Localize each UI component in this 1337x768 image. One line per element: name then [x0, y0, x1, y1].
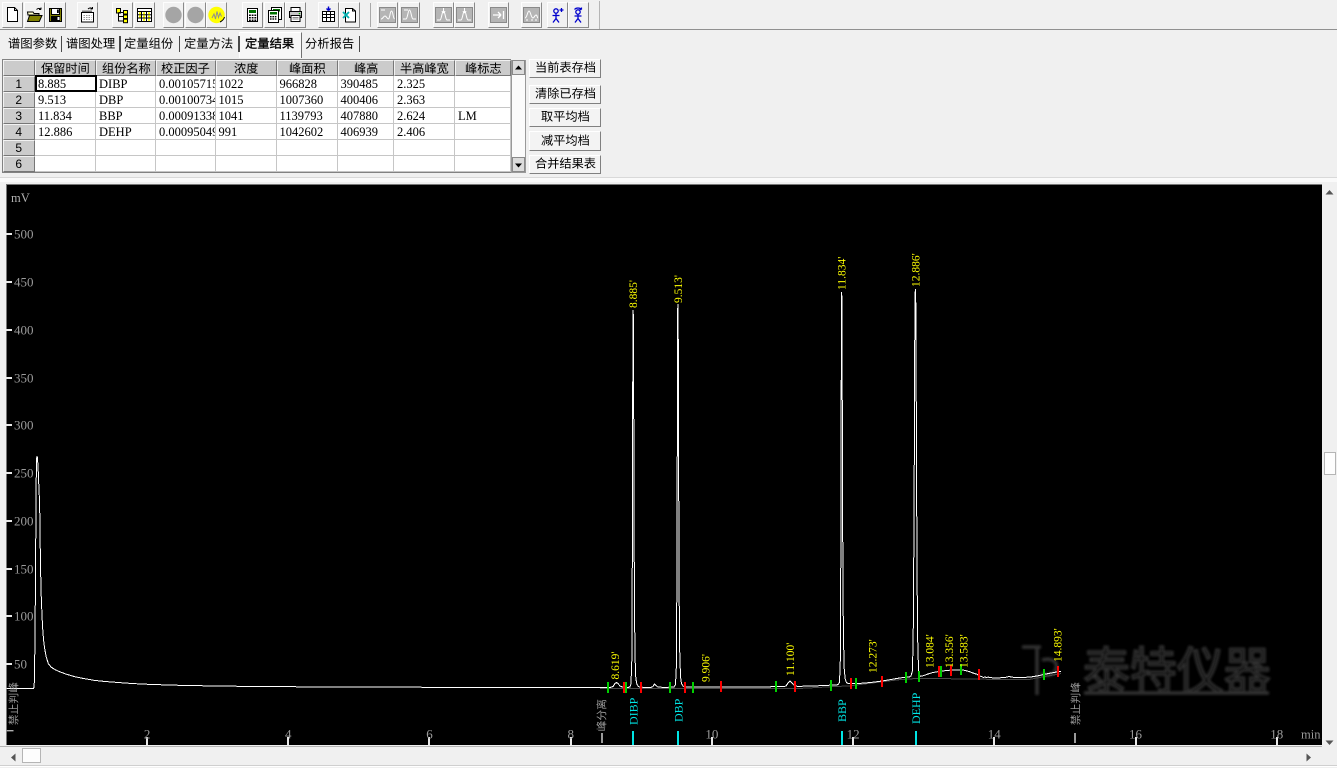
svg-text:9.906': 9.906' [700, 654, 712, 682]
svg-text:8.619': 8.619' [610, 652, 622, 680]
svg-text:50: 50 [14, 656, 27, 671]
svg-text:14.893': 14.893' [1053, 628, 1065, 662]
svg-text:13.084': 13.084' [925, 634, 937, 668]
svg-text:500: 500 [14, 226, 34, 241]
svg-text:4: 4 [285, 727, 292, 742]
svg-text:12: 12 [847, 727, 860, 742]
svg-text:300: 300 [14, 417, 34, 432]
svg-text:450: 450 [14, 274, 34, 289]
svg-text:min: min [1301, 728, 1321, 742]
svg-text:10: 10 [705, 727, 718, 742]
svg-text:200: 200 [14, 513, 34, 528]
svg-text:BBP: BBP [835, 699, 849, 722]
svg-text:9.513': 9.513' [673, 275, 685, 303]
svg-text:12.886': 12.886' [911, 253, 923, 287]
svg-text:11.100': 11.100' [785, 643, 797, 676]
svg-text:8: 8 [567, 727, 574, 742]
svg-text:11.834': 11.834' [837, 257, 849, 290]
svg-text:DEHP: DEHP [909, 692, 923, 724]
svg-text:6: 6 [426, 727, 433, 742]
svg-text:100: 100 [14, 608, 34, 623]
svg-text:DIBP: DIBP [627, 697, 641, 725]
svg-text:250: 250 [14, 465, 34, 480]
svg-text:8.885': 8.885' [628, 280, 640, 308]
svg-text:18: 18 [1270, 727, 1283, 742]
svg-text:mV: mV [11, 191, 30, 205]
svg-text:2: 2 [144, 727, 151, 742]
svg-text:DBP: DBP [671, 698, 685, 722]
svg-text:16: 16 [1129, 727, 1143, 742]
svg-text:13.583': 13.583' [959, 634, 971, 668]
svg-text:14: 14 [988, 727, 1002, 742]
svg-text:12.273': 12.273' [867, 639, 879, 673]
svg-text:13.356': 13.356' [944, 634, 956, 668]
svg-text:400: 400 [14, 322, 34, 337]
svg-text:150: 150 [14, 561, 34, 576]
svg-text:350: 350 [14, 370, 34, 385]
